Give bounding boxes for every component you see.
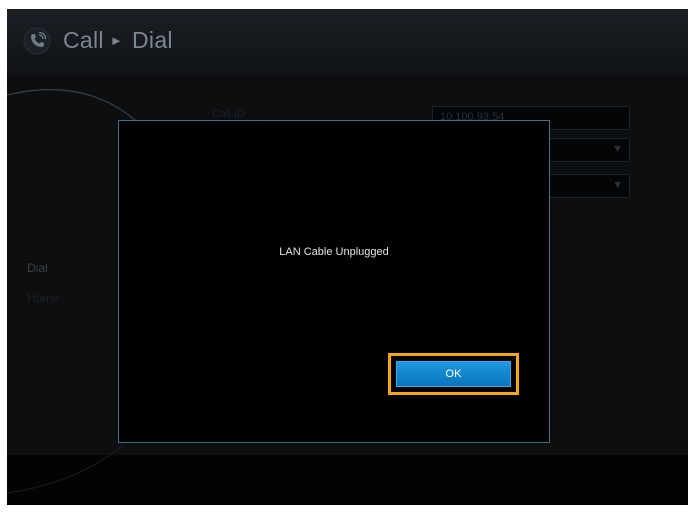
breadcrumb-separator: ► (109, 33, 123, 48)
breadcrumb-call: Call (63, 27, 104, 53)
alert-dialog: LAN Cable Unplugged OK (118, 120, 550, 443)
dialog-message: LAN Cable Unplugged (279, 246, 389, 258)
screen: Call ► Dial Dial Home Call ID 10.100.93.54… (7, 9, 688, 505)
header-bar: Call ► Dial (7, 9, 688, 73)
sidebar-item-dial[interactable]: Dial (27, 261, 48, 275)
dropdown-arrow-icon: ▼ (612, 179, 623, 191)
breadcrumb-dial: Dial (132, 27, 173, 53)
phone-call-icon (23, 27, 51, 55)
call-id-label: Call ID (212, 108, 246, 120)
focus-highlight: OK (388, 353, 519, 395)
sidebar-item-home[interactable]: Home (27, 291, 59, 305)
dropdown-arrow-icon: ▼ (612, 143, 623, 155)
ok-button[interactable]: OK (396, 361, 511, 387)
page-title: Call ► Dial (63, 27, 173, 54)
